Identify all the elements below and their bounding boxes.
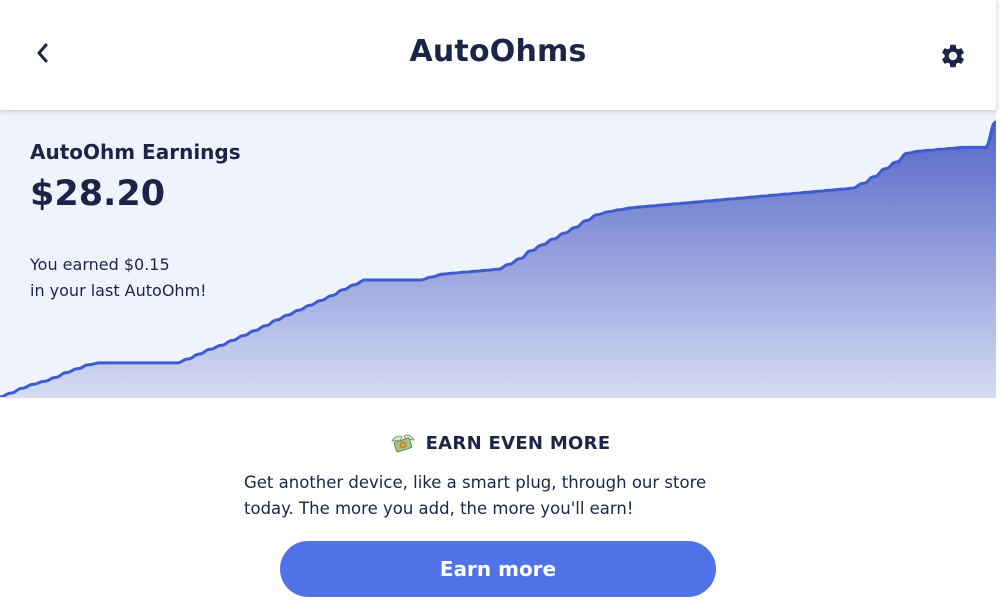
last-earning-line-1: You earned $0.15 xyxy=(30,255,170,274)
last-earning-line-2: in your last AutoOhm! xyxy=(30,281,207,300)
earnings-total: $28.20 xyxy=(30,174,166,214)
top-app-bar: AutoOhms xyxy=(0,0,997,110)
money-with-wings-icon xyxy=(390,434,415,453)
last-earning-message: You earned $0.15 in your last AutoOhm! xyxy=(30,252,207,304)
earnings-label: AutoOhm Earnings xyxy=(30,140,241,164)
promo-heading: EARN EVEN MORE xyxy=(0,432,1000,454)
promo-description: Get another device, like a smart plug, t… xyxy=(244,470,764,522)
gear-icon xyxy=(942,44,964,68)
earn-more-button[interactable]: Earn more xyxy=(280,541,716,597)
page-title: AutoOhms xyxy=(409,34,587,69)
earnings-panel: AutoOhm Earnings $28.20 You earned $0.15… xyxy=(0,110,996,398)
promo-text-line-2: today. The more you add, the more you'll… xyxy=(244,499,634,518)
autoohms-screen: AutoOhms AutoOhm Earnings $28.20 You ear… xyxy=(0,0,1000,616)
promo-text-line-1: Get another device, like a smart plug, t… xyxy=(244,473,707,492)
settings-button[interactable] xyxy=(938,41,968,71)
promo-title: EARN EVEN MORE xyxy=(425,432,611,454)
